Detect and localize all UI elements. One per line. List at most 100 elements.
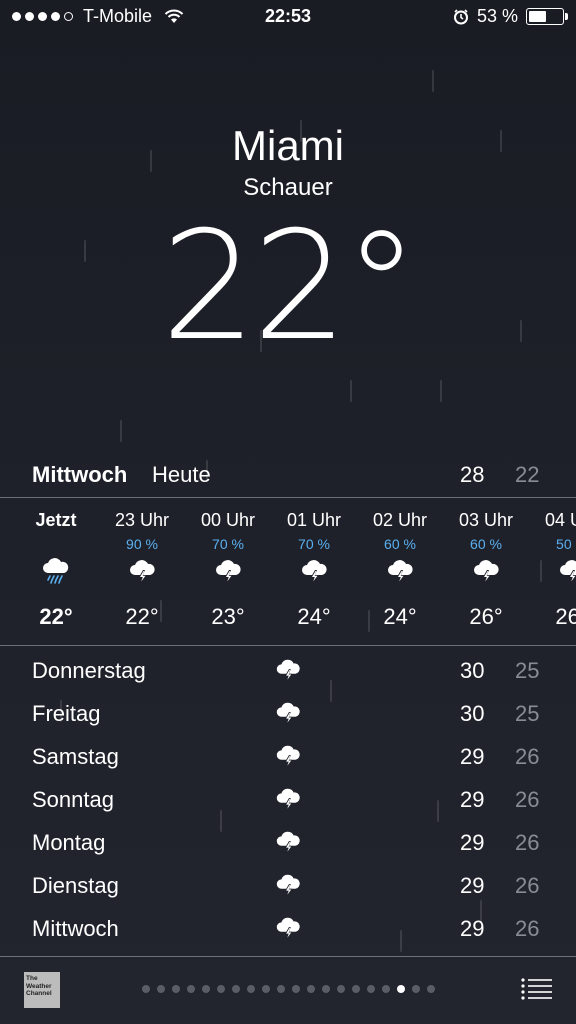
day-name: Sonntag — [32, 787, 114, 812]
daily-row: Dienstag 29 26 — [0, 865, 576, 908]
page-dot[interactable] — [351, 985, 360, 993]
hour-temperature: 26° — [469, 604, 503, 629]
thunderstorm-icon — [471, 556, 501, 586]
hour-temperature: 24° — [297, 604, 331, 629]
day-low: 25 — [515, 701, 540, 726]
status-right: 53 % — [453, 6, 568, 27]
hour-time: Jetzt — [35, 510, 77, 530]
day-name: Freitag — [32, 701, 101, 726]
day-high: 29 — [460, 916, 485, 941]
daily-row: Samstag 29 26 — [0, 736, 576, 779]
day-low: 26 — [515, 787, 540, 812]
day-name: Samstag — [32, 744, 119, 769]
city-name: Miami — [232, 122, 344, 169]
precipitation-probability: 60 % — [384, 536, 416, 552]
divider — [0, 956, 576, 957]
rain-streak — [432, 70, 434, 92]
thunderstorm-icon — [213, 556, 243, 586]
thunderstorm-icon — [274, 699, 302, 727]
hourly-forecast[interactable]: Jetzt 22° 23 Uhr 90 % 22° 00 Uhr 70 % 23° 01 Uhr… — [0, 498, 576, 646]
page-dot[interactable] — [216, 985, 225, 993]
hour-time: 04 Uhr — [544, 510, 576, 530]
thunderstorm-icon — [274, 742, 302, 770]
day-low: 26 — [515, 830, 540, 855]
thunderstorm-icon — [127, 556, 157, 586]
daily-row: Mittwoch 29 26 — [0, 908, 576, 951]
page-dot[interactable] — [231, 985, 240, 993]
divider — [0, 645, 576, 646]
page-dot[interactable] — [276, 985, 285, 993]
battery-percentage: 53 % — [476, 6, 518, 26]
battery-fill — [529, 11, 546, 22]
day-name: Dienstag — [32, 873, 119, 898]
day-name: Donnerstag — [32, 658, 146, 683]
thunderstorm-icon — [299, 556, 329, 586]
page-dot[interactable] — [336, 985, 345, 993]
battery-icon — [526, 8, 568, 25]
page-dot[interactable] — [141, 985, 150, 993]
alarm-icon — [453, 8, 468, 24]
today-low: 22 — [515, 462, 540, 487]
precipitation-probability: 50 % — [556, 536, 576, 552]
status-bar: T-Mobile 22:53 53 % — [0, 0, 576, 34]
today-day: Mittwoch — [32, 462, 128, 487]
today-high: 28 — [460, 462, 485, 487]
day-high: 29 — [460, 744, 485, 769]
rain-streak — [120, 420, 122, 442]
thunderstorm-icon — [274, 871, 302, 899]
day-high: 30 — [460, 658, 485, 683]
hour-temperature: 22° — [39, 604, 73, 629]
daily-row: Sonntag 29 26 — [0, 779, 576, 822]
page-dot[interactable] — [306, 985, 315, 993]
day-high: 30 — [460, 701, 485, 726]
page-dot[interactable] — [171, 985, 180, 993]
page-dot[interactable] — [426, 985, 435, 993]
thunderstorm-icon — [385, 556, 415, 586]
page-dot[interactable] — [381, 985, 390, 993]
day-high: 29 — [460, 830, 485, 855]
page-dot[interactable] — [261, 985, 270, 993]
weather-condition: Schauer — [243, 174, 333, 201]
page-dot[interactable] — [321, 985, 330, 993]
page-dot[interactable] — [201, 985, 210, 993]
daily-row: Donnerstag 30 25 — [0, 650, 576, 693]
day-low: 26 — [515, 744, 540, 769]
hour-time: 00 Uhr — [200, 510, 256, 530]
page-dot[interactable] — [291, 985, 300, 993]
page-dot[interactable] — [186, 985, 195, 993]
page-dot[interactable] — [156, 985, 165, 993]
hour-time: 03 Uhr — [458, 510, 514, 530]
page-indicator[interactable] — [0, 985, 576, 993]
page-dot[interactable] — [246, 985, 255, 993]
hour-temperature: 23° — [211, 604, 245, 629]
day-high: 29 — [460, 787, 485, 812]
thunderstorm-icon — [274, 914, 302, 942]
current-temperature: 22° — [161, 200, 419, 374]
thunderstorm-icon — [274, 828, 302, 856]
bottom-bar: The Weather Channel — [0, 958, 576, 1024]
rain-streak — [440, 380, 442, 402]
hour-temperature: 24° — [383, 604, 417, 629]
rain-cloud-icon — [41, 556, 71, 586]
hour-time: 01 Uhr — [286, 510, 342, 530]
thunderstorm-icon — [274, 656, 302, 684]
daily-row: Montag 29 26 — [0, 822, 576, 865]
hour-temperature: 22° — [125, 604, 159, 629]
page-dot[interactable] — [411, 985, 420, 993]
hour-temperature: 26° — [555, 604, 576, 629]
list-icon[interactable] — [520, 976, 552, 1002]
page-dot[interactable] — [396, 985, 405, 993]
page-dot[interactable] — [366, 985, 375, 993]
day-low: 25 — [515, 658, 540, 683]
daily-row: Freitag 30 25 — [0, 693, 576, 736]
today-label: Heute — [152, 462, 211, 487]
day-high: 29 — [460, 873, 485, 898]
day-name: Montag — [32, 830, 106, 855]
precipitation-probability: 70 % — [298, 536, 330, 552]
precipitation-probability: 90 % — [126, 536, 158, 552]
today-summary: Mittwoch Heute 28 22 — [0, 462, 576, 496]
thunderstorm-icon — [274, 785, 302, 813]
hour-time: 02 Uhr — [372, 510, 428, 530]
precipitation-probability: 70 % — [212, 536, 244, 552]
day-low: 26 — [515, 873, 540, 898]
